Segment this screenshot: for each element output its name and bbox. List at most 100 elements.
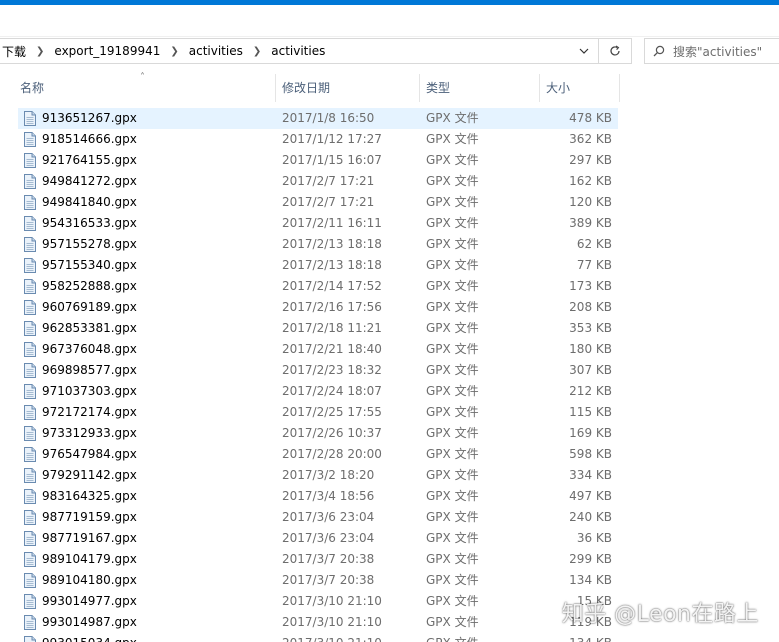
file-row[interactable]: 993014987.gpx 2017/3/10 21:10 GPX 文件 119 KB — [18, 612, 618, 633]
file-row[interactable]: 921764155.gpx 2017/1/15 16:07 GPX 文件 297 KB — [18, 150, 618, 171]
file-name: 979291142.gpx — [42, 468, 137, 482]
file-type: GPX 文件 — [426, 447, 479, 461]
file-row[interactable]: 972172174.gpx 2017/2/25 17:55 GPX 文件 115 KB — [18, 402, 618, 423]
file-icon — [24, 237, 36, 252]
file-name: 989104179.gpx — [42, 552, 137, 566]
file-size: 307 KB — [569, 363, 612, 377]
file-row[interactable]: 971037303.gpx 2017/2/24 18:07 GPX 文件 212 KB — [18, 381, 618, 402]
file-name: 954316533.gpx — [42, 216, 137, 230]
file-name: 983164325.gpx — [42, 489, 137, 503]
file-list: 913651267.gpx 2017/1/8 16:50 GPX 文件 478 KB 9… — [18, 108, 618, 642]
file-name: 993014977.gpx — [42, 594, 137, 608]
column-header-date[interactable]: 修改日期 — [276, 74, 420, 102]
file-type: GPX 文件 — [426, 216, 479, 230]
file-type: GPX 文件 — [426, 195, 479, 209]
file-icon — [24, 594, 36, 609]
file-size: 353 KB — [569, 321, 612, 335]
file-type: GPX 文件 — [426, 363, 479, 377]
file-row[interactable]: 987719159.gpx 2017/3/6 23:04 GPX 文件 240 KB — [18, 507, 618, 528]
file-type: GPX 文件 — [426, 153, 479, 167]
column-header-name[interactable]: 名称 — [14, 74, 276, 102]
file-type: GPX 文件 — [426, 258, 479, 272]
file-size: 299 KB — [569, 552, 612, 566]
file-name: 949841272.gpx — [42, 174, 137, 188]
file-row[interactable]: 973312933.gpx 2017/2/26 10:37 GPX 文件 169 KB — [18, 423, 618, 444]
file-type: GPX 文件 — [426, 174, 479, 188]
file-type: GPX 文件 — [426, 132, 479, 146]
file-row[interactable]: 957155340.gpx 2017/2/13 18:18 GPX 文件 77 KB — [18, 255, 618, 276]
file-modified-date: 2017/2/25 17:55 — [282, 405, 382, 419]
file-modified-date: 2017/2/26 10:37 — [282, 426, 382, 440]
file-row[interactable]: 957155278.gpx 2017/2/13 18:18 GPX 文件 62 KB — [18, 234, 618, 255]
file-type: GPX 文件 — [426, 384, 479, 398]
chevron-right-icon[interactable]: ❯ — [162, 46, 186, 57]
file-size: 362 KB — [569, 132, 612, 146]
file-row[interactable]: 967376048.gpx 2017/2/21 18:40 GPX 文件 180 KB — [18, 339, 618, 360]
file-type: GPX 文件 — [426, 321, 479, 335]
file-row[interactable]: 918514666.gpx 2017/1/12 17:27 GPX 文件 362 KB — [18, 129, 618, 150]
file-size: 208 KB — [569, 300, 612, 314]
file-modified-date: 2017/1/8 16:50 — [282, 111, 375, 125]
file-type: GPX 文件 — [426, 594, 479, 608]
file-row[interactable]: 969898577.gpx 2017/2/23 18:32 GPX 文件 307 KB — [18, 360, 618, 381]
breadcrumb-item-activities[interactable]: activities — [187, 44, 245, 58]
file-row[interactable]: 987719167.gpx 2017/3/6 23:04 GPX 文件 36 KB — [18, 528, 618, 549]
file-modified-date: 2017/2/11 16:11 — [282, 216, 382, 230]
file-type: GPX 文件 — [426, 342, 479, 356]
file-name: 987719167.gpx — [42, 531, 137, 545]
chevron-down-icon[interactable] — [573, 39, 595, 63]
file-type: GPX 文件 — [426, 552, 479, 566]
file-modified-date: 2017/2/13 18:18 — [282, 258, 382, 272]
file-size: 240 KB — [569, 510, 612, 524]
file-size: 334 KB — [569, 468, 612, 482]
file-type: GPX 文件 — [426, 426, 479, 440]
file-row[interactable]: 960769189.gpx 2017/2/16 17:56 GPX 文件 208 KB — [18, 297, 618, 318]
breadcrumb-item-downloads[interactable]: 下载 — [0, 43, 28, 60]
file-icon — [24, 279, 36, 294]
file-size: 169 KB — [569, 426, 612, 440]
file-icon — [24, 216, 36, 231]
file-icon — [24, 300, 36, 315]
file-row[interactable]: 989104179.gpx 2017/3/7 20:38 GPX 文件 299 KB — [18, 549, 618, 570]
breadcrumb-item-export[interactable]: export_19189941 — [52, 44, 162, 58]
file-icon — [24, 174, 36, 189]
file-type: GPX 文件 — [426, 237, 479, 251]
file-name: 918514666.gpx — [42, 132, 137, 146]
file-name: 949841840.gpx — [42, 195, 137, 209]
column-header-type[interactable]: 类型 — [420, 74, 540, 102]
file-icon — [24, 510, 36, 525]
file-name: 913651267.gpx — [42, 111, 137, 125]
file-type: GPX 文件 — [426, 573, 479, 587]
file-row[interactable]: 958252888.gpx 2017/2/14 17:52 GPX 文件 173 KB — [18, 276, 618, 297]
file-row[interactable]: 976547984.gpx 2017/2/28 20:00 GPX 文件 598 KB — [18, 444, 618, 465]
file-modified-date: 2017/2/7 17:21 — [282, 195, 375, 209]
file-row[interactable]: 989104180.gpx 2017/3/7 20:38 GPX 文件 134 KB — [18, 570, 618, 591]
file-modified-date: 2017/3/10 21:10 — [282, 594, 382, 608]
file-modified-date: 2017/2/28 20:00 — [282, 447, 382, 461]
chevron-right-icon[interactable]: ❯ — [245, 46, 269, 57]
file-row[interactable]: 949841840.gpx 2017/2/7 17:21 GPX 文件 120 KB — [18, 192, 618, 213]
file-row[interactable]: 962853381.gpx 2017/2/18 11:21 GPX 文件 353 KB — [18, 318, 618, 339]
file-row[interactable]: 993014977.gpx 2017/3/10 21:10 GPX 文件 15 KB — [18, 591, 618, 612]
file-name: 989104180.gpx — [42, 573, 137, 587]
watermark: 知乎 @Leon在路上 — [561, 602, 759, 627]
file-modified-date: 2017/3/7 20:38 — [282, 573, 375, 587]
file-icon — [24, 615, 36, 630]
file-size: 36 KB — [576, 531, 612, 545]
chevron-right-icon[interactable]: ❯ — [28, 46, 52, 57]
file-row[interactable]: 949841272.gpx 2017/2/7 17:21 GPX 文件 162 KB — [18, 171, 618, 192]
file-name: 993015034.gpx — [42, 633, 137, 642]
file-row[interactable]: 913651267.gpx 2017/1/8 16:50 GPX 文件 478 KB — [18, 108, 618, 129]
refresh-icon[interactable] — [598, 39, 631, 63]
file-icon — [24, 195, 36, 210]
file-size: 134 KB — [532, 633, 612, 642]
file-row[interactable]: 983164325.gpx 2017/3/4 18:56 GPX 文件 497 KB — [18, 486, 618, 507]
file-row[interactable]: 954316533.gpx 2017/2/11 16:11 GPX 文件 389 KB — [18, 213, 618, 234]
search-input[interactable]: 搜索"activities" — [644, 38, 779, 64]
breadcrumb-item-activities-current[interactable]: activities — [269, 44, 327, 58]
file-row[interactable]: 993015034.gpx 2017/3/10 21:10 GPX 文件 134 KB — [18, 633, 618, 642]
file-row[interactable]: 979291142.gpx 2017/3/2 18:20 GPX 文件 334 KB — [18, 465, 618, 486]
file-name: 973312933.gpx — [42, 426, 137, 440]
address-bar[interactable]: 下载 ❯ export_19189941 ❯ activities ❯ acti… — [0, 38, 632, 64]
column-header-size[interactable]: 大小 — [540, 74, 620, 102]
